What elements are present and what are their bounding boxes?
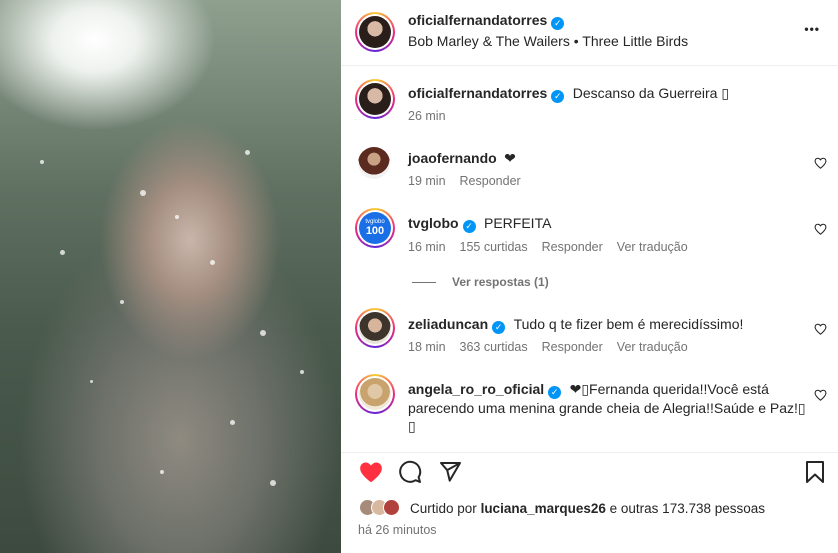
comment-like-icon[interactable] [814, 389, 827, 401]
tvglobo-logo-number: 100 [365, 225, 385, 237]
verified-icon: ✓ [551, 17, 565, 30]
comment-avatar[interactable] [355, 374, 395, 414]
comment-username[interactable]: joaofernando [408, 150, 497, 166]
liked-by-prefix: Curtido por [410, 501, 477, 516]
comment-text-line-2: parecendo uma menina grande cheia de Ale… [408, 400, 806, 416]
caption-line: oficialfernandatorres ✓ Descanso da Guerr… [408, 85, 729, 103]
liked-by-avatar[interactable] [383, 499, 400, 516]
comment-meta: 16 min 155 curtidas Responder Ver tradução [408, 240, 702, 254]
comment-like-icon[interactable] [814, 223, 827, 235]
comment-row: tvglobo ✓ PERFEITA [408, 215, 551, 233]
audio-track-link[interactable]: Bob Marley & The Wailers • Three Little … [408, 33, 688, 49]
post-header: oficialfernandatorres ✓ Bob Marley & The … [341, 0, 838, 66]
translate-button[interactable]: Ver tradução [617, 340, 688, 354]
post-actions: Curtido por luciana_marques26 e outras 1… [341, 452, 838, 553]
comment-text-line-3: ▯ [408, 418, 416, 434]
comment-avatar[interactable]: tvglobo 100 [355, 208, 395, 248]
like-filled-icon[interactable] [358, 460, 384, 484]
comment-text: Tudo q te fizer bem é merecidíssimo! [513, 316, 744, 332]
liked-by-others-link[interactable]: e outras 173.738 pessoas [610, 501, 765, 516]
comment-time: 18 min [408, 340, 446, 354]
comment-like-icon[interactable] [814, 323, 827, 335]
author-avatar[interactable] [355, 12, 395, 52]
comment-time: 16 min [408, 240, 446, 254]
liked-by-summary: Curtido por luciana_marques26 e outras 1… [410, 501, 765, 516]
comment-text: PERFEITA [484, 215, 552, 231]
liked-by-user-link[interactable]: luciana_marques26 [481, 501, 606, 516]
reply-button[interactable]: Responder [542, 240, 603, 254]
verified-icon: ✓ [548, 386, 562, 399]
caption-text: Descanso da Guerreira ▯ [572, 85, 730, 101]
comment-username[interactable]: angela_ro_ro_oficial [408, 381, 544, 397]
comment-likes[interactable]: 155 curtidas [460, 240, 528, 254]
comment-icon[interactable] [398, 460, 422, 484]
comment-avatar[interactable] [358, 147, 390, 179]
save-bookmark-icon[interactable] [804, 460, 826, 484]
comment-username[interactable]: zeliaduncan [408, 316, 488, 332]
comment-row: angela_ro_ro_oficial ✓ ❤▯Fernanda querida… [408, 381, 808, 399]
comment-text: ❤ [504, 150, 516, 166]
comment-username[interactable]: tvglobo [408, 215, 459, 231]
reply-button[interactable]: Responder [542, 340, 603, 354]
post-side-panel: oficialfernandatorres ✓ Bob Marley & The … [341, 0, 838, 553]
view-replies-button[interactable]: Ver respostas (1) [452, 275, 549, 289]
comment-avatar[interactable] [355, 308, 395, 348]
author-username[interactable]: oficialfernandatorres [408, 12, 547, 28]
comment-time: 19 min [408, 174, 446, 188]
verified-icon: ✓ [492, 321, 506, 334]
comment-likes[interactable]: 363 curtidas [460, 340, 528, 354]
verified-icon: ✓ [551, 90, 565, 103]
comment-like-icon[interactable] [814, 157, 827, 169]
translate-button[interactable]: Ver tradução [617, 240, 688, 254]
post-media-video[interactable] [0, 0, 341, 553]
caption-time: 26 min [408, 109, 446, 123]
comment-meta: 18 min 363 curtidas Responder Ver tradução [408, 340, 702, 354]
more-options-icon[interactable]: ••• [804, 22, 820, 36]
comment-row: joaofernando ❤ [408, 150, 516, 168]
caption-username[interactable]: oficialfernandatorres [408, 85, 547, 101]
comment-text-line-1: ❤▯Fernanda querida!!Você está [569, 381, 769, 397]
replies-divider [412, 282, 436, 283]
reply-button[interactable]: Responder [460, 174, 521, 188]
post-timestamp[interactable]: há 26 minutos [358, 523, 437, 537]
caption-avatar[interactable] [355, 79, 395, 119]
share-icon[interactable] [438, 460, 462, 484]
comment-row: zeliaduncan ✓ Tudo q te fizer bem é merec… [408, 316, 743, 334]
comment-meta: 19 min Responder [408, 174, 535, 188]
verified-icon: ✓ [462, 220, 476, 233]
